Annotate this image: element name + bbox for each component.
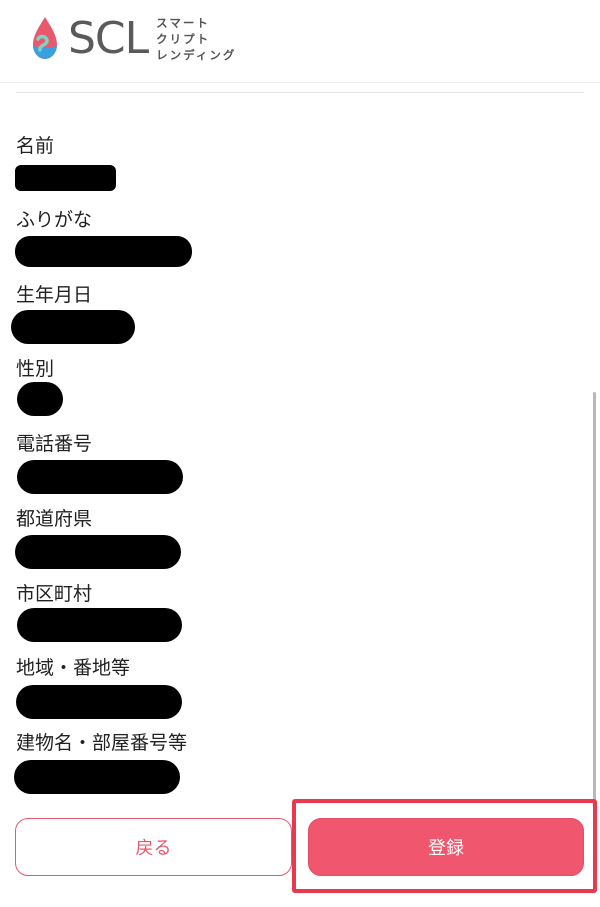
redacted-value [15, 535, 181, 569]
logo-subtitle-line: レンディング [156, 48, 237, 62]
field-label: ふりがな [16, 209, 93, 231]
site-header: SCL スマート クリプト レンディング [0, 0, 600, 83]
redacted-value [17, 382, 63, 416]
section-divider [16, 92, 584, 93]
redacted-value [11, 310, 135, 344]
redacted-value [17, 608, 182, 642]
field-label: 名前 [16, 135, 55, 157]
redacted-value [14, 760, 180, 794]
scrollbar[interactable] [593, 392, 596, 810]
field-label: 電話番号 [16, 433, 93, 455]
field-label: 市区町村 [16, 583, 93, 605]
logo-text: SCL [68, 13, 149, 64]
logo-subtitle-line: クリプト [156, 32, 211, 46]
scl-drop-icon [33, 17, 57, 59]
field-label: 建物名・部屋番号等 [16, 732, 188, 754]
field-label: 地域・番地等 [16, 657, 131, 679]
back-button[interactable]: 戻る [15, 818, 292, 876]
redacted-value [15, 236, 192, 267]
register-button[interactable]: 登録 [308, 818, 584, 876]
field-label: 都道府県 [16, 508, 93, 530]
scl-logo[interactable]: SCL スマート クリプト レンディング [28, 15, 236, 63]
redacted-value [16, 685, 182, 719]
field-label: 性別 [16, 358, 55, 380]
logo-subtitle: スマート クリプト レンディング [156, 15, 236, 63]
field-label: 生年月日 [16, 284, 93, 306]
redacted-value [17, 460, 183, 494]
redacted-value [15, 165, 116, 191]
logo-subtitle-line: スマート [156, 16, 210, 30]
